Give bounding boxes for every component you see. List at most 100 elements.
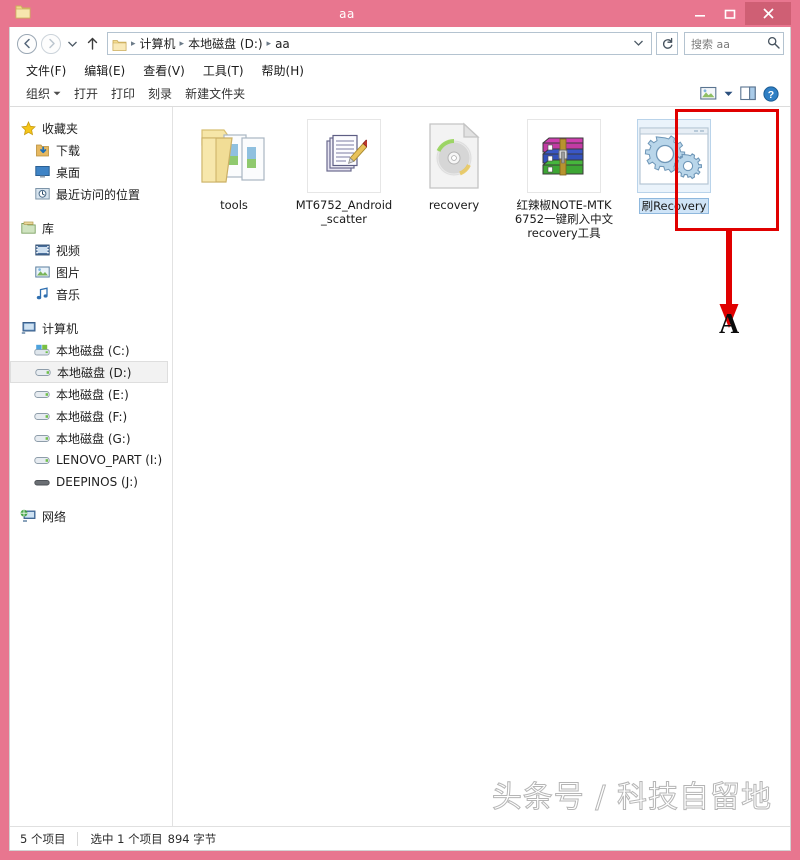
sidebar-group-computer[interactable]: 计算机: [10, 317, 172, 339]
sidebar-item-videos[interactable]: 视频: [10, 239, 172, 261]
disc-image-icon: [417, 119, 491, 193]
explorer-body: 收藏夹 下载 桌面 最近访问的位置 库 视频 图片 音乐 计算机 本地磁盘 (C…: [10, 107, 790, 826]
new-folder-button[interactable]: 新建文件夹: [185, 85, 258, 102]
drive-icon: [35, 364, 51, 380]
folder-open-icon: [197, 119, 271, 193]
file-item-recovery[interactable]: recovery: [401, 115, 507, 244]
sidebar-item-downloads[interactable]: 下载: [10, 139, 172, 161]
up-button[interactable]: [82, 33, 102, 55]
video-icon: [34, 242, 50, 258]
recent-places-icon: [34, 186, 50, 202]
sidebar-group-network[interactable]: 网络: [10, 505, 172, 527]
status-size: 894 字节: [167, 831, 217, 846]
sidebar-item-recent-places[interactable]: 最近访问的位置: [10, 183, 172, 205]
menu-tools[interactable]: 工具(T): [201, 61, 246, 80]
sidebar-item-label: 本地磁盘 (E:): [56, 387, 129, 402]
sidebar-item-label: 最近访问的位置: [56, 187, 141, 202]
menu-help[interactable]: 帮助(H): [260, 61, 306, 80]
file-item-mt6752-scatter[interactable]: MT6752_Android_scatter: [291, 115, 397, 244]
sidebar-group-libraries[interactable]: 库: [10, 217, 172, 239]
status-divider: [77, 831, 79, 846]
print-button[interactable]: 打印: [111, 85, 148, 102]
search-placeholder: 搜索 aa: [691, 37, 730, 51]
drive-icon: [34, 386, 50, 402]
burn-button[interactable]: 刻录: [148, 85, 185, 102]
menu-bar: 文件(F) 编辑(E) 查看(V) 工具(T) 帮助(H): [10, 60, 790, 81]
sidebar-group-label: 库: [42, 221, 55, 236]
computer-icon: [20, 320, 36, 336]
gears-application-icon: [637, 119, 711, 193]
menu-edit[interactable]: 编辑(E): [82, 61, 127, 80]
back-arrow-icon: [17, 33, 37, 54]
sidebar-item-label: DEEPINOS (J:): [56, 475, 138, 489]
sidebar-item-drive-c[interactable]: 本地磁盘 (C:): [10, 339, 172, 361]
sidebar-group-favorites[interactable]: 收藏夹: [10, 117, 172, 139]
file-item-shua-recovery[interactable]: 刷Recovery: [621, 115, 727, 244]
window-client-area: ▸ 计算机 ▸ 本地磁盘 (D:) ▸ aa 搜索 aa 文件(F) 编辑(E)…: [9, 27, 791, 851]
forward-button[interactable]: [40, 33, 62, 55]
organize-button[interactable]: 组织: [26, 85, 74, 102]
history-dropdown-button[interactable]: [64, 33, 80, 55]
chevron-down-icon[interactable]: [628, 39, 649, 49]
sidebar-group-label: 计算机: [42, 321, 79, 336]
sidebar-item-label: 下载: [56, 143, 81, 158]
minimize-button[interactable]: [685, 3, 715, 25]
sidebar-item-label: 本地磁盘 (G:): [56, 431, 131, 446]
sidebar-item-desktop[interactable]: 桌面: [10, 161, 172, 183]
close-button[interactable]: [745, 2, 791, 25]
view-dropdown-caret-icon[interactable]: [724, 91, 733, 97]
network-icon: [20, 508, 36, 524]
sidebar-item-pictures[interactable]: 图片: [10, 261, 172, 283]
preview-pane-icon[interactable]: [740, 86, 756, 101]
forward-arrow-icon: [41, 33, 61, 54]
file-item-tools[interactable]: tools: [181, 115, 287, 244]
sidebar-item-music[interactable]: 音乐: [10, 283, 172, 305]
sidebar-item-deepinos[interactable]: DEEPINOS (J:): [10, 471, 172, 493]
status-selection: 选中 1 个项目: [90, 831, 163, 846]
folder-icon: [14, 4, 32, 20]
sidebar-item-drive-d[interactable]: 本地磁盘 (D:): [10, 361, 168, 383]
file-list-pane[interactable]: tools MT6752_Android_scatter recovery 红辣…: [173, 107, 790, 826]
navigation-pane: 收藏夹 下载 桌面 最近访问的位置 库 视频 图片 音乐 计算机 本地磁盘 (C…: [10, 107, 173, 826]
sidebar-item-lenovo-part[interactable]: LENOVO_PART (I:): [10, 449, 172, 471]
sidebar-item-drive-e[interactable]: 本地磁盘 (E:): [10, 383, 172, 405]
title-bar: aa: [9, 0, 791, 27]
breadcrumb-item-computer[interactable]: 计算机: [137, 34, 179, 53]
sidebar-item-label: 图片: [56, 265, 81, 280]
back-button[interactable]: [16, 33, 38, 55]
toolbar-right-group: ?: [700, 85, 784, 102]
explorer-window: aa ▸ 计算机 ▸ 本地磁盘 (D:) ▸ aa 搜索 aa 文件(F) 编辑…: [0, 0, 800, 860]
text-document-icon: [307, 119, 381, 193]
breadcrumb-item-drive-d[interactable]: 本地磁盘 (D:): [185, 34, 265, 53]
file-name: tools: [220, 198, 248, 212]
change-view-icon[interactable]: [700, 86, 717, 101]
search-input[interactable]: 搜索 aa: [684, 32, 784, 55]
maximize-button[interactable]: [715, 3, 745, 25]
search-icon: [767, 36, 780, 52]
annotation-letter-a: A: [719, 309, 740, 340]
sidebar-group-label: 网络: [42, 509, 67, 524]
menu-view[interactable]: 查看(V): [141, 61, 187, 80]
drive-icon: [34, 408, 50, 424]
breadcrumb[interactable]: ▸ 计算机 ▸ 本地磁盘 (D:) ▸ aa: [107, 32, 652, 55]
help-icon[interactable]: ?: [763, 85, 779, 102]
open-button[interactable]: 打开: [74, 85, 111, 102]
winrar-archive-icon: [527, 119, 601, 193]
file-grid: tools MT6752_Android_scatter recovery 红辣…: [173, 107, 790, 244]
refresh-button[interactable]: [656, 32, 678, 55]
drive-icon: [34, 452, 50, 468]
sidebar-item-label: 本地磁盘 (F:): [56, 409, 128, 424]
sidebar-item-drive-g[interactable]: 本地磁盘 (G:): [10, 427, 172, 449]
file-item-rar-archive[interactable]: 红辣椒NOTE-MTK6752一键刷入中文recovery工具: [511, 115, 617, 244]
sidebar-item-drive-f[interactable]: 本地磁盘 (F:): [10, 405, 172, 427]
breadcrumb-item-aa[interactable]: aa: [272, 36, 293, 52]
system-drive-icon: [34, 342, 50, 358]
status-bar: 5 个项目 选中 1 个项目 894 字节: [10, 826, 790, 850]
download-icon: [34, 142, 50, 158]
menu-file[interactable]: 文件(F): [24, 61, 68, 80]
address-bar: ▸ 计算机 ▸ 本地磁盘 (D:) ▸ aa 搜索 aa: [10, 27, 790, 60]
sidebar-group-label: 收藏夹: [42, 121, 79, 136]
